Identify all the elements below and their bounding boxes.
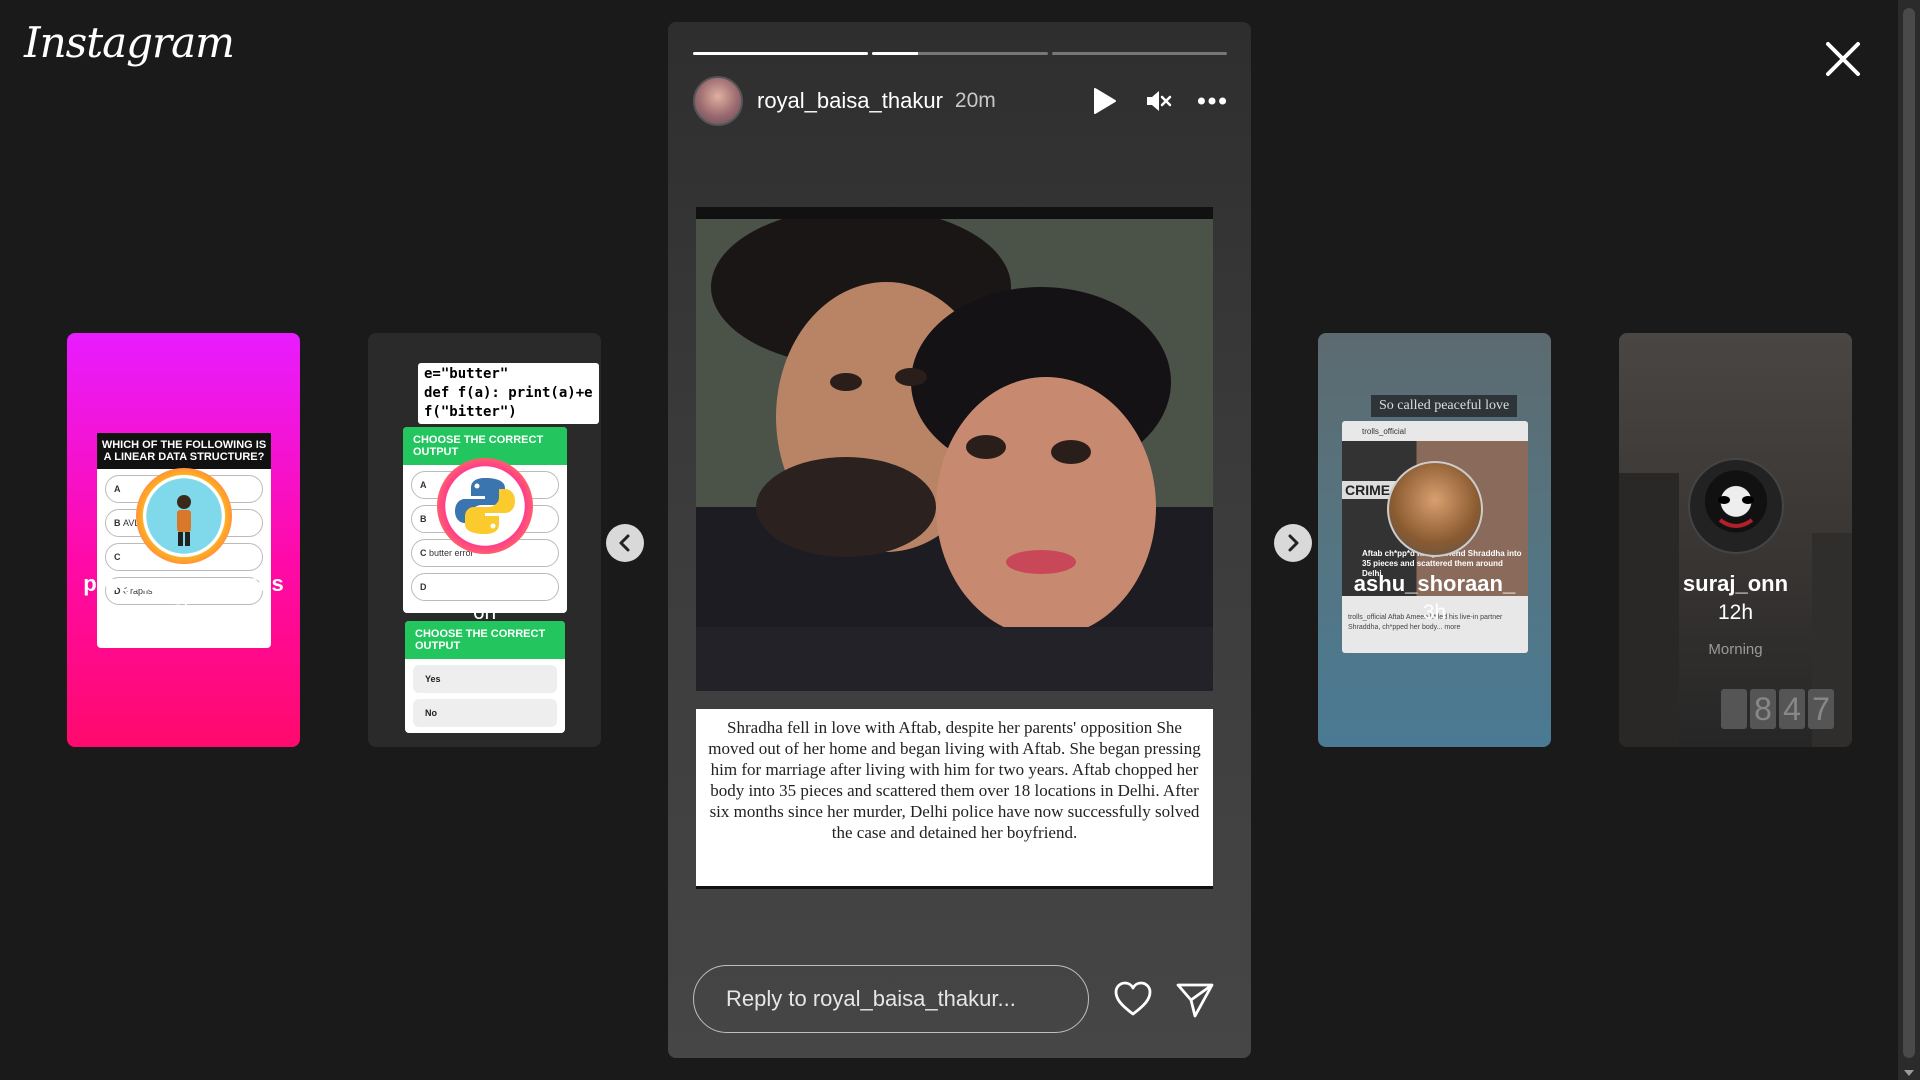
page-scrollbar[interactable] <box>1898 0 1920 1080</box>
thumbnail-username: programmerworlds <box>83 571 284 596</box>
story-thumbnail-ashu-shoraan[interactable]: So called peaceful love trolls_official … <box>1318 333 1551 747</box>
overlay-title: So called peaceful love <box>1371 395 1518 417</box>
overlay-label: Morning <box>1708 641 1763 658</box>
chevron-right-icon <box>1288 534 1299 552</box>
story-thumbnail-suraj-onn[interactable]: suraj_onn 12h Morning 8 4 7 <box>1619 333 1852 747</box>
thumbnail-time: 2h <box>171 601 196 624</box>
more-options-icon[interactable] <box>1197 86 1227 116</box>
flip-clock: 8 4 7 <box>1721 689 1834 729</box>
thumbnail-time: 12h <box>1717 601 1754 624</box>
previous-story-button[interactable] <box>606 524 644 562</box>
story-photo <box>696 207 1213 691</box>
story-username[interactable]: royal_baisa_thakur <box>757 88 943 114</box>
thumbnail-username: python.hub <box>424 571 545 596</box>
mute-icon[interactable] <box>1143 86 1173 116</box>
story-progress-bar <box>693 52 1227 55</box>
play-icon[interactable] <box>1089 86 1119 116</box>
like-heart-icon[interactable] <box>1113 980 1153 1020</box>
next-story-button[interactable] <box>1274 524 1312 562</box>
story-thumbnail-programmerworlds[interactable]: WHICH OF THE FOLLOWING IS A LINEAR DATA … <box>67 333 300 747</box>
send-icon[interactable] <box>1175 980 1215 1020</box>
quiz-title: WHICH OF THE FOLLOWING IS A LINEAR DATA … <box>97 433 271 469</box>
progress-segment <box>872 52 1048 55</box>
thumbnail-username: suraj_onn <box>1682 571 1789 596</box>
image-top-bar <box>696 207 1213 219</box>
quiz-card-2: CHOOSE THE CORRECT OUTPUT Yes No <box>405 621 565 733</box>
avatar <box>135 468 232 564</box>
quiz-title: CHOOSE THE CORRECT OUTPUT <box>405 621 565 659</box>
avatar[interactable] <box>693 76 743 126</box>
story-header: royal_baisa_thakur 20m <box>693 76 1227 126</box>
quiz-option: No <box>413 699 557 727</box>
reply-input[interactable]: Reply to royal_baisa_thakur... <box>693 965 1089 1033</box>
thumbnail-username: ashu_shoraan_ <box>1353 571 1516 596</box>
chevron-left-icon <box>619 534 630 552</box>
progress-segment <box>1051 52 1227 55</box>
code-snippet: e="butter" def f(a): print(a)+e f("bitte… <box>418 363 599 424</box>
instagram-logo[interactable]: Instagram <box>24 18 235 67</box>
post-account: trolls_official <box>1362 427 1406 436</box>
story-viewer[interactable]: royal_baisa_thakur 20m Shradha fell in l… <box>668 22 1251 1058</box>
avatar <box>1386 461 1483 557</box>
story-time: 20m <box>954 89 996 112</box>
quiz-option: Yes <box>413 665 557 693</box>
story-thumbnail-python-hub[interactable]: e="butter" def f(a): print(a)+e f("bitte… <box>368 333 601 747</box>
scroll-down-arrow-icon[interactable] <box>1904 1070 1914 1076</box>
python-logo-icon <box>436 458 533 554</box>
progress-segment <box>693 52 869 55</box>
thumbnail-time: 6h <box>472 601 497 624</box>
avatar <box>1687 458 1784 554</box>
scrollbar-thumb[interactable] <box>1903 8 1915 1058</box>
story-caption: Shradha fell in love with Aftab, despite… <box>696 709 1213 889</box>
thumbnail-time: 3h <box>1422 601 1447 624</box>
close-icon[interactable] <box>1818 34 1868 84</box>
